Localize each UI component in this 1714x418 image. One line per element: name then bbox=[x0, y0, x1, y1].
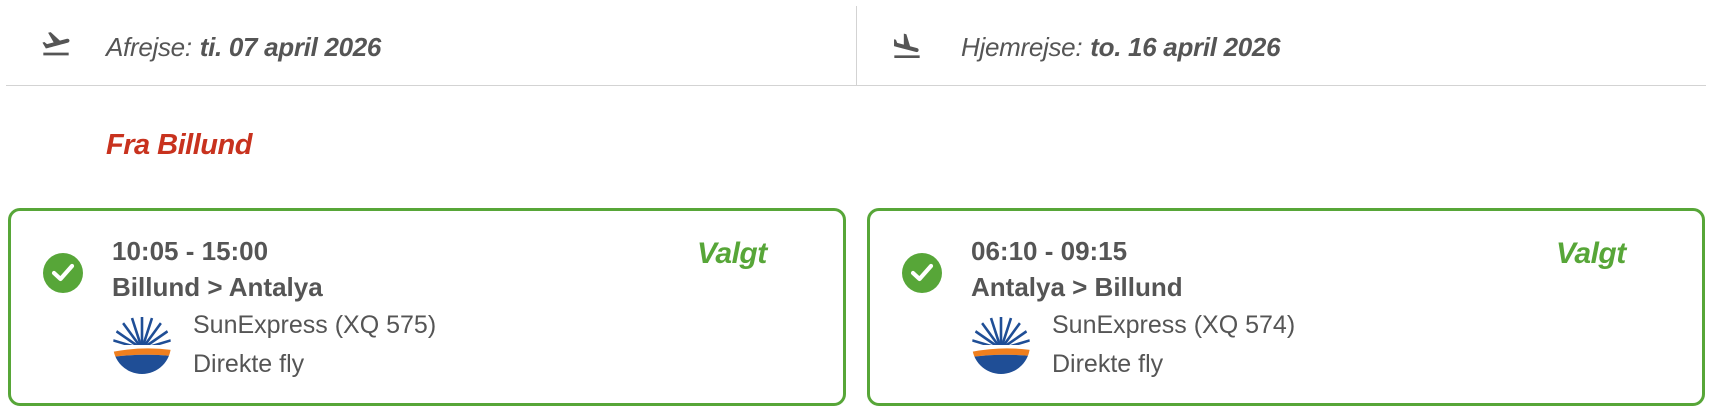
flight-type: Direkte fly bbox=[1052, 350, 1164, 378]
date-header: Afrejse: ti. 07 april 2026 Hjemrejse: to. … bbox=[6, 6, 1706, 86]
flight-time: 06:10 - 09:15 bbox=[971, 236, 1128, 266]
check-circle-icon bbox=[902, 253, 942, 293]
departure-label: Afrejse: bbox=[106, 32, 192, 62]
selected-status: Valgt bbox=[697, 237, 767, 270]
flight-route: Antalya > Billund bbox=[971, 272, 1183, 302]
flight-card-return[interactable]: 06:10 - 09:15 Antalya > Billund SunExpre… bbox=[867, 208, 1705, 406]
flight-route: Billund > Antalya bbox=[112, 272, 323, 302]
sunexpress-logo bbox=[112, 315, 172, 375]
flight-card-outbound[interactable]: 10:05 - 15:00 Billund > Antalya SunExpre… bbox=[8, 208, 846, 406]
flight-type: Direkte fly bbox=[193, 350, 305, 378]
check-circle-icon bbox=[43, 253, 83, 293]
sunexpress-logo bbox=[971, 315, 1031, 375]
section-title: Fra Billund bbox=[106, 129, 252, 161]
plane-landing-icon bbox=[891, 30, 923, 62]
plane-takeoff-icon bbox=[40, 30, 72, 62]
return-label: Hjemrejse: bbox=[961, 32, 1083, 62]
airline-name: SunExpress (XQ 574) bbox=[1052, 311, 1296, 339]
flight-time: 10:05 - 15:00 bbox=[112, 236, 269, 266]
departure-date: ti. 07 april 2026 bbox=[199, 32, 382, 62]
return-date-header: Hjemrejse: to. 16 april 2026 bbox=[856, 6, 1706, 86]
airline-name: SunExpress (XQ 575) bbox=[193, 311, 437, 339]
return-date: to. 16 april 2026 bbox=[1090, 32, 1281, 62]
departure-date-header: Afrejse: ti. 07 april 2026 bbox=[6, 6, 856, 86]
selected-status: Valgt bbox=[1556, 237, 1626, 270]
